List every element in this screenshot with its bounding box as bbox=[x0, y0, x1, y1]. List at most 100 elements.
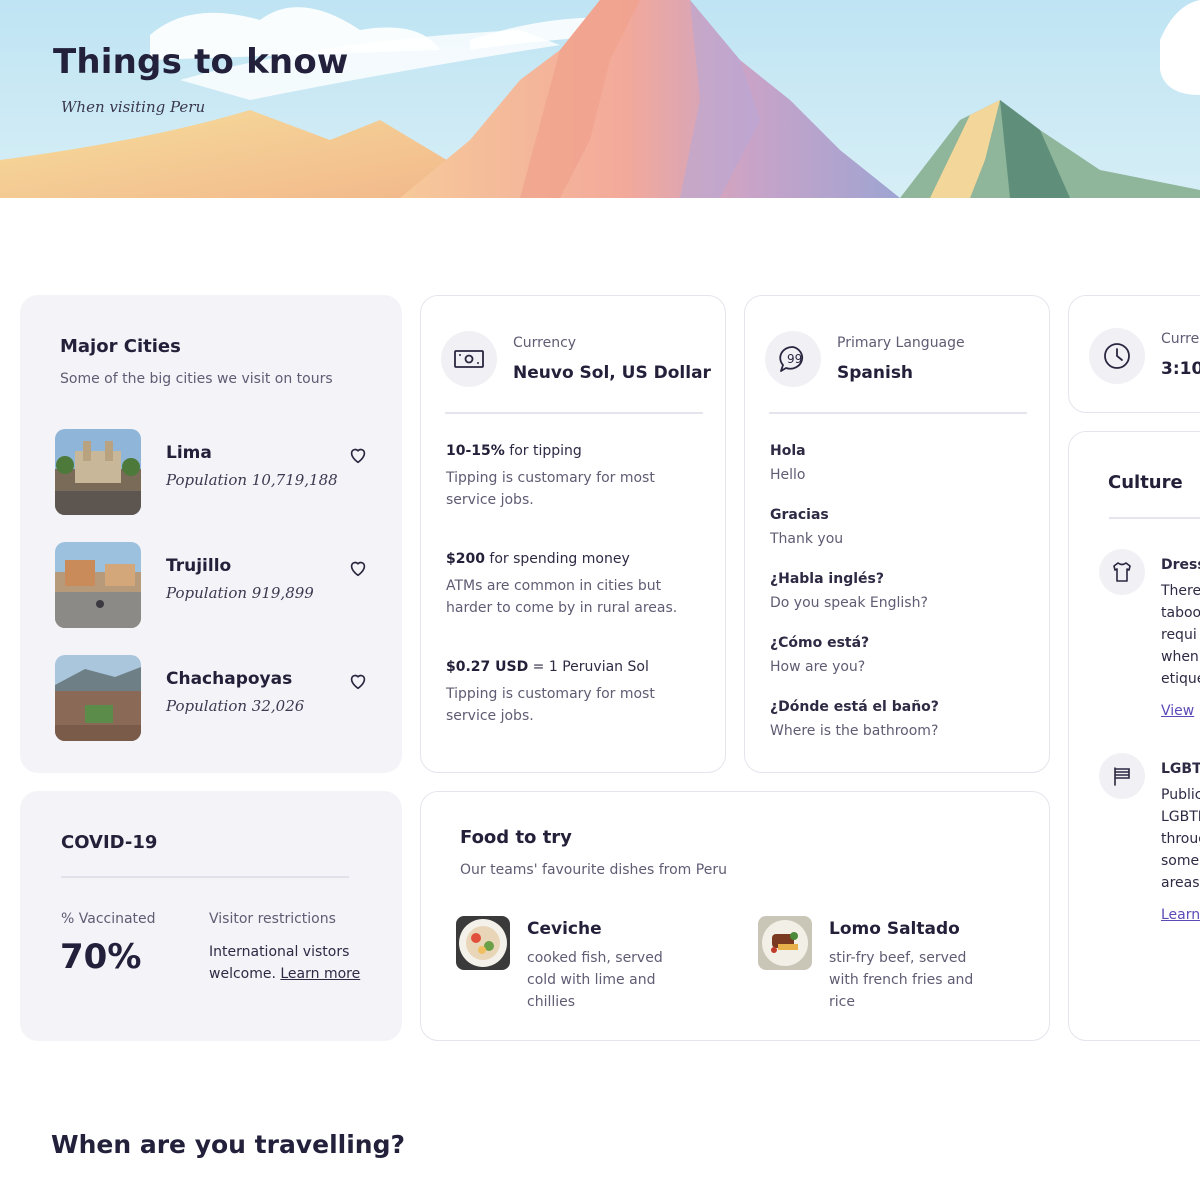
major-cities-title: Major Cities bbox=[60, 336, 181, 357]
city-name: Chachapoyas bbox=[166, 669, 293, 689]
learn-more-link[interactable]: Learn more bbox=[280, 966, 360, 982]
city-item-trujillo[interactable]: Trujillo Population 919,899 bbox=[55, 542, 375, 628]
phrase-english: Thank you bbox=[770, 531, 844, 547]
food-name: Ceviche bbox=[527, 919, 602, 939]
view-link[interactable]: View bbox=[1161, 700, 1200, 722]
svg-text:99: 99 bbox=[787, 352, 802, 366]
heart-icon[interactable] bbox=[347, 670, 369, 692]
ceviche-photo bbox=[456, 916, 510, 970]
flag-icon bbox=[1099, 753, 1145, 799]
chachapoyas-photo bbox=[55, 655, 141, 741]
phrase-spanish: Hola bbox=[770, 443, 806, 459]
phrase-item: ¿Cómo está? How are you? bbox=[770, 632, 869, 678]
culture-line: areas. bbox=[1161, 875, 1200, 891]
phrase-english: Do you speak English? bbox=[770, 595, 928, 611]
currency-card: Currency Neuvo Sol, US Dollar 10-15% for… bbox=[420, 295, 726, 773]
tip-description: Tipping is customary for most service jo… bbox=[446, 686, 655, 724]
tip-label: = 1 Peruvian Sol bbox=[528, 659, 649, 675]
phrase-spanish: Gracias bbox=[770, 507, 829, 523]
phrase-spanish: ¿Cómo está? bbox=[770, 635, 870, 651]
currency-label: Currency bbox=[513, 335, 577, 351]
culture-heading: Dress bbox=[1161, 557, 1200, 573]
restrictions-label: Visitor restrictions bbox=[209, 911, 336, 927]
travel-section-title: When are you travelling? bbox=[51, 1130, 405, 1159]
time-card: Curre 3:10 | bbox=[1068, 295, 1200, 413]
culture-line: requi bbox=[1161, 627, 1197, 643]
language-label: Primary Language bbox=[837, 335, 965, 351]
speech-bubble-icon: 99 bbox=[765, 331, 821, 387]
page-subtitle: When visiting Peru bbox=[61, 98, 206, 116]
food-subtitle: Our teams' favourite dishes from Peru bbox=[460, 862, 727, 878]
phrase-english: How are you? bbox=[770, 659, 866, 675]
tip-amount: $200 bbox=[446, 551, 485, 567]
vaccinated-value: 70% bbox=[60, 937, 142, 977]
tip-item: $200 for spending money ATMs are common … bbox=[446, 548, 706, 619]
hero-banner: Things to know When visiting Peru bbox=[0, 0, 1200, 198]
culture-line: LGBTI bbox=[1161, 809, 1200, 825]
learn-link[interactable]: Learn bbox=[1161, 904, 1200, 926]
tip-label: for tipping bbox=[504, 443, 582, 459]
covid-title: COVID-19 bbox=[61, 832, 158, 853]
food-description: stir-fry beef, served with french fries … bbox=[829, 950, 974, 1010]
phrase-item: Hola Hello bbox=[770, 440, 806, 486]
divider bbox=[1109, 517, 1200, 519]
food-description: cooked fish, served cold with lime and c… bbox=[527, 950, 663, 1010]
language-value: Spanish bbox=[837, 363, 914, 383]
clock-icon bbox=[1089, 328, 1145, 384]
phrase-item: ¿Dónde está el baño? Where is the bathro… bbox=[770, 696, 939, 742]
culture-line: throug bbox=[1161, 831, 1200, 847]
food-title: Food to try bbox=[460, 827, 572, 848]
page-title: Things to know bbox=[53, 42, 349, 82]
banknote-icon bbox=[441, 331, 497, 387]
culture-heading: LGBT bbox=[1161, 761, 1200, 777]
culture-line: Public bbox=[1161, 787, 1200, 803]
culture-line: when bbox=[1161, 649, 1199, 665]
phrase-item: ¿Habla inglés? Do you speak English? bbox=[770, 568, 928, 614]
city-item-chachapoyas[interactable]: Chachapoyas Population 32,026 bbox=[55, 655, 375, 741]
divider bbox=[769, 412, 1027, 414]
heart-icon[interactable] bbox=[347, 557, 369, 579]
restrictions-text: International vistors welcome. Learn mor… bbox=[209, 941, 374, 985]
city-population: Population 919,899 bbox=[166, 584, 314, 602]
city-population: Population 10,719,188 bbox=[166, 471, 338, 489]
major-cities-card: Major Cities Some of the big cities we v… bbox=[20, 295, 402, 773]
time-label: Curre bbox=[1161, 331, 1200, 347]
phrase-spanish: ¿Habla inglés? bbox=[770, 571, 884, 587]
culture-line: taboo bbox=[1161, 605, 1200, 621]
tip-label: for spending money bbox=[484, 551, 630, 567]
city-name: Trujillo bbox=[166, 556, 232, 576]
lima-photo bbox=[55, 429, 141, 515]
tip-description: Tipping is customary for most service jo… bbox=[446, 470, 655, 508]
culture-line: some bbox=[1161, 853, 1200, 869]
city-item-lima[interactable]: Lima Population 10,719,188 bbox=[55, 429, 375, 515]
currency-value: Neuvo Sol, US Dollar bbox=[513, 363, 711, 383]
covid-card: COVID-19 % Vaccinated 70% Visitor restri… bbox=[20, 791, 402, 1041]
divider bbox=[445, 412, 703, 414]
culture-line: There bbox=[1161, 583, 1200, 599]
phrase-english: Where is the bathroom? bbox=[770, 723, 939, 739]
culture-item-lgbt: LGBT Public LGBTI throug some areas. Lea… bbox=[1161, 758, 1200, 926]
culture-title: Culture bbox=[1108, 472, 1183, 493]
time-value: 3:10 | bbox=[1161, 359, 1200, 379]
phrase-spanish: ¿Dónde está el baño? bbox=[770, 699, 939, 715]
heart-icon[interactable] bbox=[347, 444, 369, 466]
food-card: Food to try Our teams' favourite dishes … bbox=[420, 791, 1050, 1041]
city-population: Population 32,026 bbox=[166, 697, 305, 715]
major-cities-subtitle: Some of the big cities we visit on tours bbox=[60, 371, 333, 387]
culture-line: etique bbox=[1161, 671, 1200, 687]
vaccinated-label: % Vaccinated bbox=[61, 911, 156, 927]
trujillo-photo bbox=[55, 542, 141, 628]
tip-amount: 10-15% bbox=[446, 443, 505, 459]
culture-card: Culture Dress There taboo requi when eti… bbox=[1068, 431, 1200, 1041]
city-name: Lima bbox=[166, 443, 212, 463]
shirt-icon bbox=[1099, 549, 1145, 595]
divider bbox=[61, 876, 349, 878]
lomo-saltado-photo bbox=[758, 916, 812, 970]
food-name: Lomo Saltado bbox=[829, 919, 960, 939]
culture-item-dress: Dress There taboo requi when etique View bbox=[1161, 554, 1200, 722]
language-card: 99 Primary Language Spanish Hola Hello G… bbox=[744, 295, 1050, 773]
tip-description: ATMs are common in cities but harder to … bbox=[446, 578, 678, 616]
phrase-english: Hello bbox=[770, 467, 806, 483]
phrase-item: Gracias Thank you bbox=[770, 504, 843, 550]
tip-item: $0.27 USD = 1 Peruvian Sol Tipping is cu… bbox=[446, 656, 706, 727]
